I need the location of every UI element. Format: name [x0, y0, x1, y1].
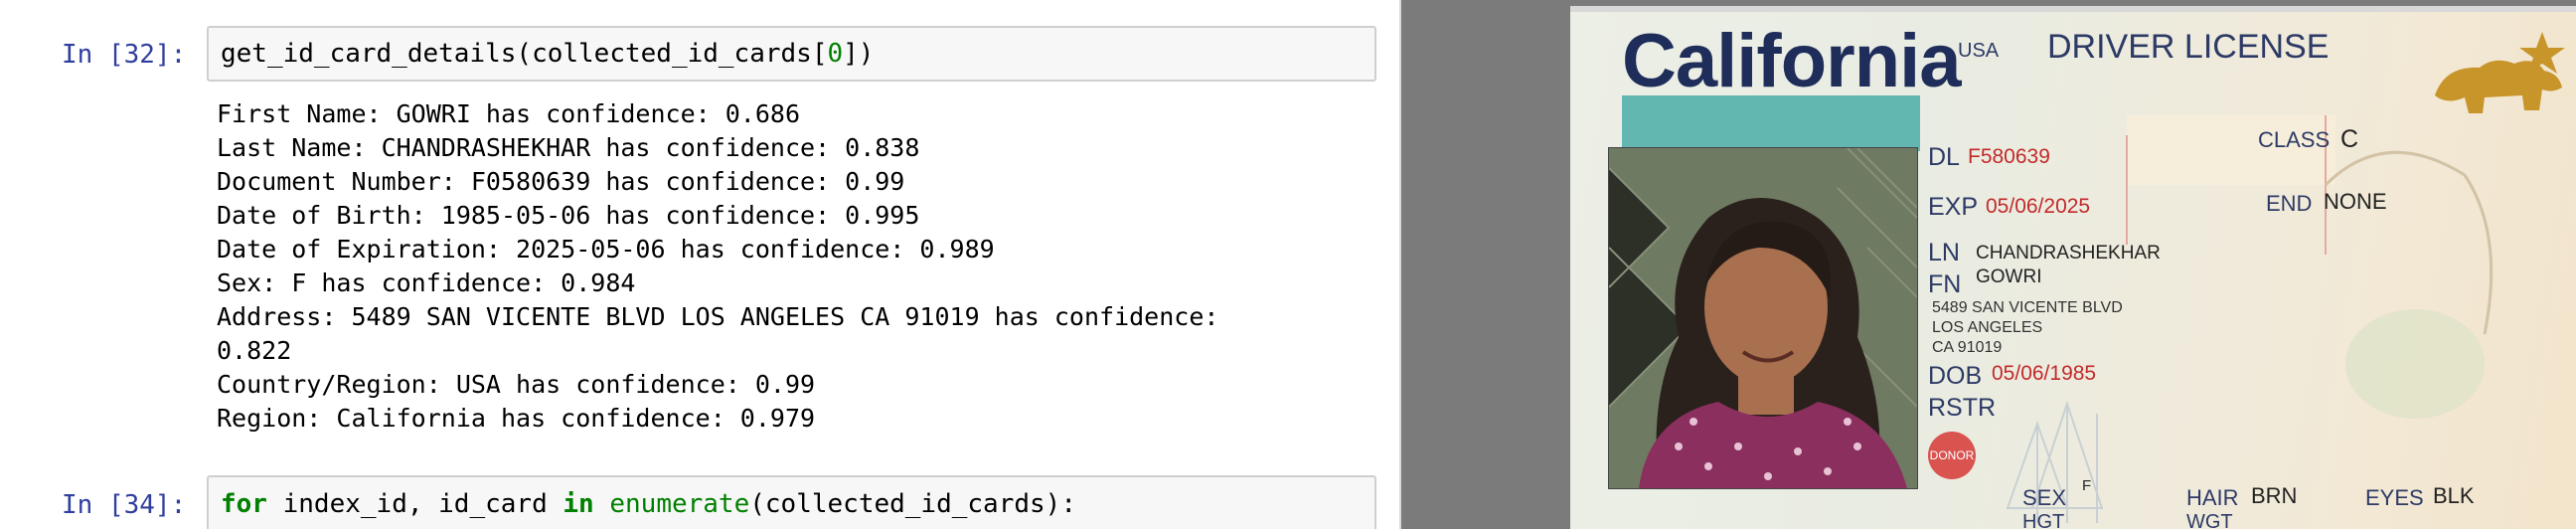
rstr-label: RSTR [1928, 394, 1997, 422]
ln-label: LN [1928, 239, 1960, 266]
exp-label: EXP [1928, 193, 1979, 221]
jupyter-notebook: In [32]: get_id_card_details(collected_i… [0, 0, 1399, 529]
card-country: USA [1958, 40, 2000, 62]
code-text: index_id, id_card [266, 489, 564, 519]
hair-value: BRN [2251, 483, 2298, 508]
cell-output: First Name: GOWRI has confidence: 0.686 … [217, 97, 1379, 436]
output-line: Country/Region: USA has confidence: 0.99 [217, 370, 816, 399]
code-text-end: (collected_id_cards): [749, 489, 1076, 519]
portrait-image [1609, 148, 1917, 488]
output-line: Date of Birth: 1985-05-06 has confidence… [217, 201, 920, 230]
portrait-photo [1608, 147, 1918, 489]
sex-label: SEX [2022, 485, 2067, 510]
ln-value: CHANDRASHEKHAR [1976, 243, 2161, 264]
output-line: Address: 5489 SAN VICENTE BLVD LOS ANGEL… [217, 302, 1219, 331]
dob-label: DOB [1928, 362, 1983, 390]
fn-label: FN [1928, 270, 1962, 298]
code-number: 0 [827, 39, 844, 69]
address-line: LOS ANGELES [1932, 319, 2043, 336]
output-line: Date of Expiration: 2025-05-06 has confi… [217, 235, 995, 264]
builtin-name: enumerate [593, 489, 750, 519]
eyes-label: EYES [2365, 485, 2424, 510]
dl-label: DL [1928, 143, 1960, 171]
cell-prompt: In [34]: [62, 490, 187, 520]
card-title: DRIVER LICENSE [2047, 28, 2330, 66]
cell-prompt: In [32]: [62, 40, 187, 70]
dob-value: 05/06/1985 [1992, 362, 2097, 385]
donor-badge: DONOR [1928, 432, 1976, 479]
dl-value: F580639 [1968, 145, 2050, 168]
output-line: Region: California has confidence: 0.979 [217, 404, 816, 433]
keyword-in: in [563, 489, 594, 519]
class-label: CLASS [2258, 127, 2331, 152]
output-line: Document Number: F0580639 has confidence… [217, 167, 905, 196]
output-line: First Name: GOWRI has confidence: 0.686 [217, 99, 800, 128]
class-value: C [2340, 125, 2359, 153]
code-text: get_id_card_details(collected_id_cards[ [221, 39, 828, 69]
eyes-value: BLK [2433, 483, 2475, 508]
address-line: 5489 SAN VICENTE BLVD [1932, 299, 2123, 316]
address-block: 5489 SAN VICENTE BLVD LOS ANGELES CA 910… [1932, 298, 2123, 358]
keyword-for: for [221, 489, 267, 519]
driver-license-card: California USA DRIVER LICENSE DL F580639… [1570, 6, 2576, 529]
output-line: 0.822 [217, 336, 292, 365]
code-cell-input[interactable]: get_id_card_details(collected_id_cards[0… [207, 26, 1376, 82]
sex-value: F [2082, 477, 2092, 494]
address-line: CA 91019 [1932, 339, 2003, 356]
hair-label: HAIR [2186, 485, 2239, 510]
card-state-name: California [1622, 19, 1961, 103]
output-line: Last Name: CHANDRASHEKHAR has confidence… [217, 133, 920, 162]
code-cell-input[interactable]: for index_id, id_card in enumerate(colle… [207, 475, 1376, 529]
code-text-end: ]) [843, 39, 875, 69]
fn-value: GOWRI [1976, 266, 2042, 287]
image-panel: California USA DRIVER LICENSE DL F580639… [1401, 0, 2576, 529]
california-bear-icon [2435, 32, 2565, 113]
hgt-label: HGT [2022, 511, 2065, 529]
photo-backdrop [1622, 95, 1920, 151]
output-line: Sex: F has confidence: 0.984 [217, 268, 636, 297]
end-value: NONE [2324, 189, 2387, 214]
exp-value: 05/06/2025 [1986, 195, 2091, 218]
wgt-label: WGT [2186, 511, 2233, 529]
end-label: END [2266, 191, 2313, 216]
